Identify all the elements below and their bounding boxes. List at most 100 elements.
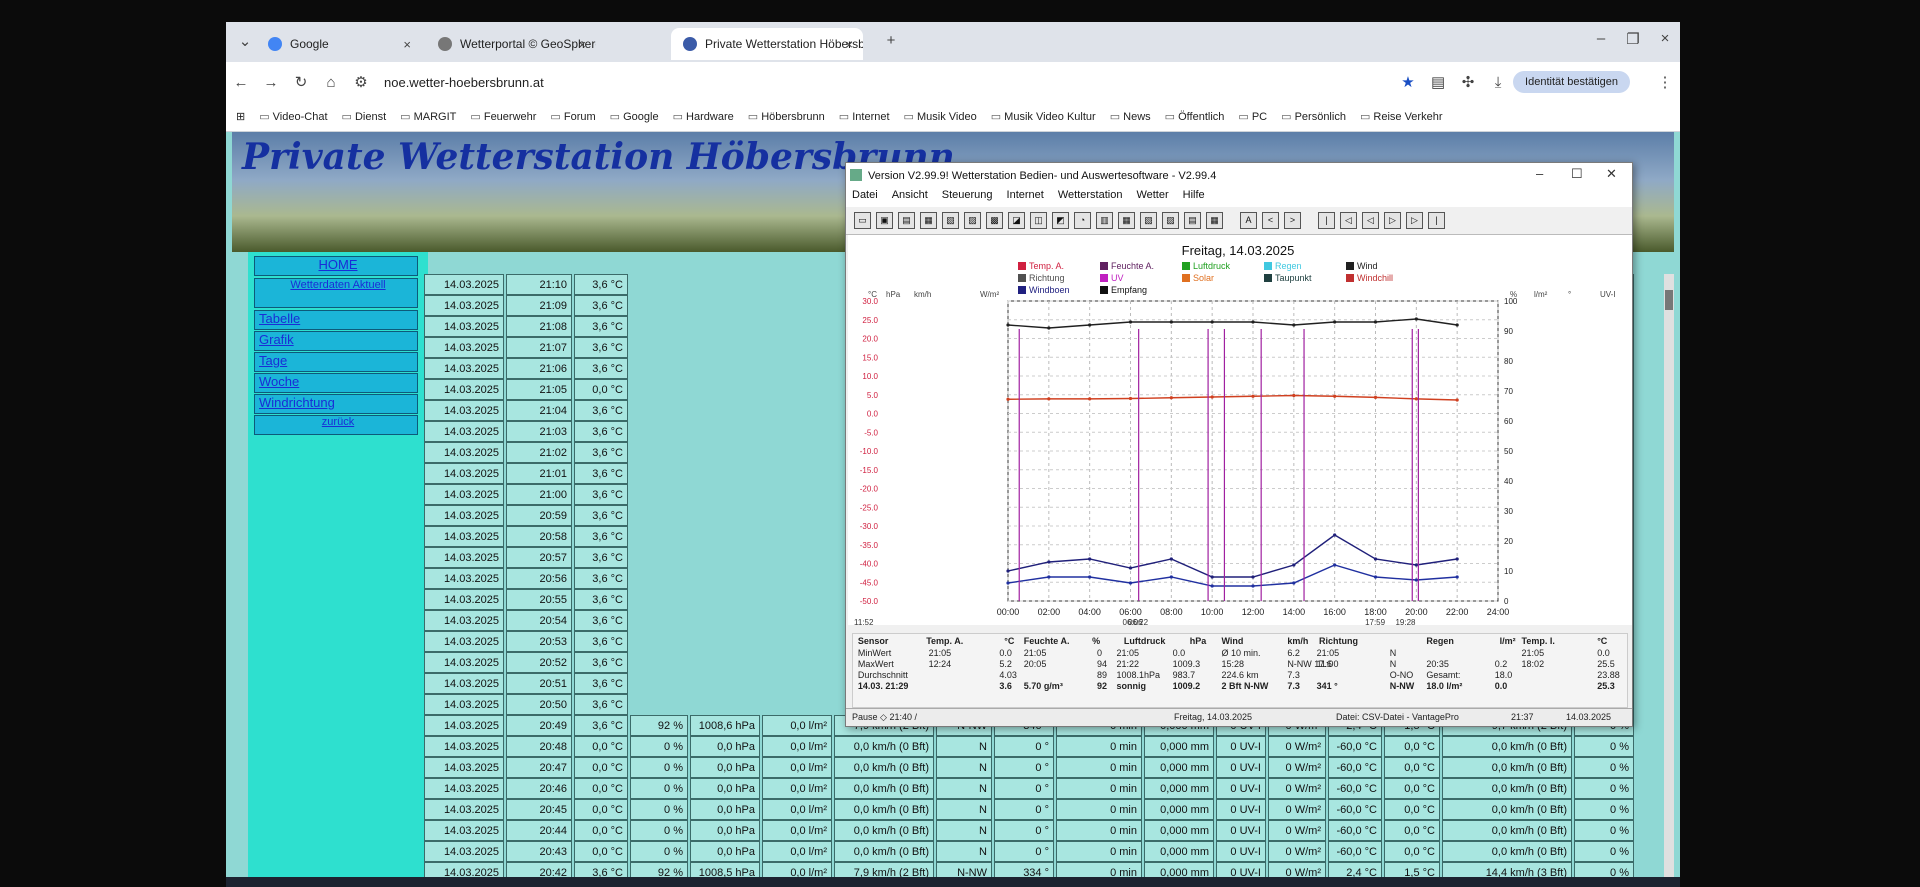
reading-list-icon[interactable]: ▤ (1423, 73, 1453, 91)
toolbar-grid-icon[interactable]: ▦ (1206, 212, 1223, 229)
series-point (1088, 323, 1092, 327)
bookmark-item[interactable]: Reise Verkehr (1360, 110, 1442, 123)
toolbar-save-icon[interactable]: ▣ (876, 212, 893, 229)
toolbar-last-icon[interactable]: | (1428, 212, 1445, 229)
toolbar-edit-icon[interactable]: ▧ (942, 212, 959, 229)
toolbar-week-icon[interactable]: ▦ (1118, 212, 1135, 229)
cell-pct: 0 % (1574, 736, 1634, 757)
tab-wetterstation[interactable]: Private Wetterstation Höbersbr × (671, 28, 863, 60)
bookmark-item[interactable]: Persönlich (1281, 110, 1346, 123)
scrollbar-thumb[interactable] (1665, 290, 1673, 310)
bookmark-item[interactable]: Feuerwehr (470, 110, 537, 123)
extensions-icon[interactable]: ✣ (1453, 73, 1483, 91)
cell-temp: 3,6 °C (574, 400, 628, 421)
site-info-icon[interactable]: ⚙ (346, 73, 376, 91)
toolbar-text-icon[interactable]: A (1240, 212, 1257, 229)
menu-wetter[interactable]: Wetter (1136, 189, 1168, 207)
cell-time: 20:51 (506, 673, 572, 694)
bookmark-item[interactable]: Internet (839, 110, 889, 123)
bookmark-item[interactable]: Musik Video Kultur (991, 110, 1096, 123)
toolbar-chart-4-icon[interactable]: ◩ (1052, 212, 1069, 229)
scrollbar[interactable] (1664, 274, 1674, 887)
nav-grafik[interactable]: Grafik (254, 331, 418, 351)
toolbar-gauge-icon[interactable]: ◔ (1074, 212, 1091, 229)
bookmark-item[interactable]: Musik Video (904, 110, 977, 123)
back-icon[interactable]: ← (226, 74, 256, 91)
home-icon[interactable]: ⌂ (316, 74, 346, 91)
nav-tage[interactable]: Tage (254, 352, 418, 372)
toolbar-save-as-icon[interactable]: ▤ (898, 212, 915, 229)
menu-steuerung[interactable]: Steuerung (942, 189, 993, 207)
nav-tabelle[interactable]: Tabelle (254, 310, 418, 330)
nav-windrichtung[interactable]: Windrichtung (254, 394, 418, 414)
toolbar-forward-icon[interactable]: ▷ (1384, 212, 1401, 229)
stats-cell: 3.6 (999, 681, 1012, 691)
toolbar-rewind-icon[interactable]: ◁ (1340, 212, 1357, 229)
apps-icon[interactable]: ⊞ (236, 110, 245, 123)
toolbar-list-icon[interactable]: ▤ (1184, 212, 1201, 229)
menu-ansicht[interactable]: Ansicht (892, 189, 928, 207)
bookmark-item[interactable]: Dienst (342, 110, 386, 123)
toolbar-table-icon[interactable]: ▦ (920, 212, 937, 229)
toolbar-day-icon[interactable]: ▥ (1096, 212, 1113, 229)
reload-icon[interactable]: ↻ (286, 73, 316, 91)
toolbar-prev-icon[interactable]: < (1262, 212, 1279, 229)
toolbar-next-icon[interactable]: > (1284, 212, 1301, 229)
menu-internet[interactable]: Internet (1007, 189, 1044, 207)
y-tick-percent: 60 (1504, 417, 1513, 426)
bookmark-item[interactable]: News (1110, 110, 1151, 123)
bookmark-item[interactable]: Video-Chat (259, 110, 328, 123)
stats-header: Luftdruck (1123, 636, 1166, 646)
bookmark-item[interactable]: Öffentlich (1165, 110, 1224, 123)
close-window-icon[interactable]: × (1650, 30, 1680, 47)
nav-wetterdaten-aktuell[interactable]: Wetterdaten Aktuell (254, 278, 418, 308)
toolbar-fast-forward-icon[interactable]: ▷ (1406, 212, 1423, 229)
y-tick-temp: 5.0 (867, 391, 879, 400)
stats-cell: 0.0 (1597, 648, 1610, 658)
toolbar-chart-icon[interactable]: ▩ (986, 212, 1003, 229)
forward-icon[interactable]: → (256, 74, 286, 91)
download-icon[interactable]: ⤓ (1483, 74, 1513, 91)
toolbar-print-icon[interactable]: ▨ (964, 212, 981, 229)
tab-google[interactable]: Google × (256, 28, 421, 60)
toolbar-month-icon[interactable]: ▧ (1140, 212, 1157, 229)
cell-sol: 0 W/m² (1268, 820, 1326, 841)
series-point (1333, 394, 1337, 398)
menu-hilfe[interactable]: Hilfe (1183, 189, 1205, 207)
maximize-icon[interactable]: ❐ (1618, 30, 1648, 48)
nav-woche[interactable]: Woche (254, 373, 418, 393)
toolbar-chart-2-icon[interactable]: ◪ (1008, 212, 1025, 229)
close-tab-icon[interactable]: × (845, 37, 853, 52)
close-tab-icon[interactable]: × (578, 37, 586, 52)
cell-time: 21:07 (506, 337, 572, 358)
menu-icon[interactable]: ⋮ (1650, 73, 1680, 91)
toolbar-first-icon[interactable]: | (1318, 212, 1335, 229)
app-maximize-icon[interactable]: ☐ (1571, 166, 1583, 182)
toolbar-chart-3-icon[interactable]: ◫ (1030, 212, 1047, 229)
bookmark-item[interactable]: PC (1238, 110, 1267, 123)
cell-min: 0 min (1056, 778, 1142, 799)
nav-home[interactable]: HOME (254, 256, 418, 276)
url-field[interactable]: noe.wetter-hoebersbrunn.at (384, 75, 1393, 90)
identity-button[interactable]: Identität bestätigen (1513, 71, 1630, 93)
bookmark-item[interactable]: Google (610, 110, 658, 123)
menu-datei[interactable]: Datei (852, 189, 878, 207)
nav-zurueck[interactable]: zurück (254, 415, 418, 435)
cell-date: 14.03.2025 (424, 463, 504, 484)
toolbar-back-icon[interactable]: ◁ (1362, 212, 1379, 229)
stats-cell: 21:22 (1116, 659, 1140, 669)
bookmark-item[interactable]: MARGIT (400, 110, 457, 123)
app-minimize-icon[interactable]: – (1536, 166, 1543, 181)
minimize-icon[interactable]: – (1586, 30, 1616, 47)
close-tab-icon[interactable]: × (403, 37, 411, 52)
bookmark-star-icon[interactable]: ★ (1393, 73, 1423, 91)
new-tab-icon[interactable]: + (876, 32, 906, 49)
bookmark-item[interactable]: Hardware (673, 110, 734, 123)
app-close-icon[interactable]: ✕ (1606, 166, 1617, 182)
bookmark-item[interactable]: Forum (550, 110, 596, 123)
toolbar-year-icon[interactable]: ▨ (1162, 212, 1179, 229)
toolbar-open-icon[interactable]: ▭ (854, 212, 871, 229)
bookmark-item[interactable]: Höbersbrunn (748, 110, 825, 123)
tab-geosphere[interactable]: Wetterportal © GeoSphere Aus × (426, 28, 596, 60)
menu-wetterstation[interactable]: Wetterstation (1058, 189, 1123, 207)
